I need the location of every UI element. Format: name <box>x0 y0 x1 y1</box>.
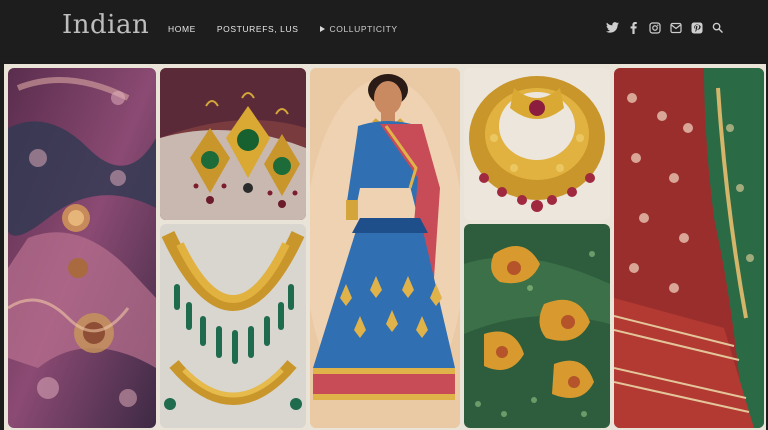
site-header: Indian HOME POSTUREFS, LUS COLLUPTICITY <box>0 0 768 62</box>
site-logo[interactable]: Indian <box>62 10 149 40</box>
red-green-fabric-image <box>614 68 764 428</box>
nav-collection-label: COLLUPTICITY <box>329 24 398 34</box>
gallery-tile-purple-fabric[interactable] <box>8 68 156 428</box>
social-links <box>606 21 732 34</box>
gallery-tile-saree-illustration[interactable] <box>310 68 460 428</box>
gallery-tile-paisley-fabric[interactable] <box>464 224 610 428</box>
bead-necklaces-image <box>160 224 306 428</box>
instagram-icon[interactable] <box>648 21 661 34</box>
paisley-fabric-image <box>464 224 610 428</box>
gallery-tile-gold-necklace[interactable] <box>464 68 610 220</box>
gold-necklace-image <box>464 68 610 220</box>
main-nav: HOME POSTUREFS, LUS COLLUPTICITY <box>168 24 419 34</box>
nav-postures[interactable]: POSTUREFS, LUS <box>217 24 299 34</box>
gallery-tile-bead-necklaces[interactable] <box>160 224 306 428</box>
earrings-image <box>160 68 306 220</box>
saree-illustration-image <box>310 68 460 428</box>
play-icon <box>319 26 325 32</box>
search-icon[interactable] <box>711 21 724 34</box>
twitter-icon[interactable] <box>606 21 619 34</box>
nav-collection[interactable]: COLLUPTICITY <box>319 24 398 34</box>
gallery-tile-earrings[interactable] <box>160 68 306 220</box>
purple-fabric-image <box>8 68 156 428</box>
facebook-icon[interactable] <box>627 21 640 34</box>
gallery-tile-red-green-fabric[interactable] <box>614 68 764 428</box>
pinterest-icon[interactable] <box>690 21 703 34</box>
nav-home[interactable]: HOME <box>168 24 196 34</box>
mail-icon[interactable] <box>669 21 682 34</box>
image-gallery <box>4 64 766 430</box>
